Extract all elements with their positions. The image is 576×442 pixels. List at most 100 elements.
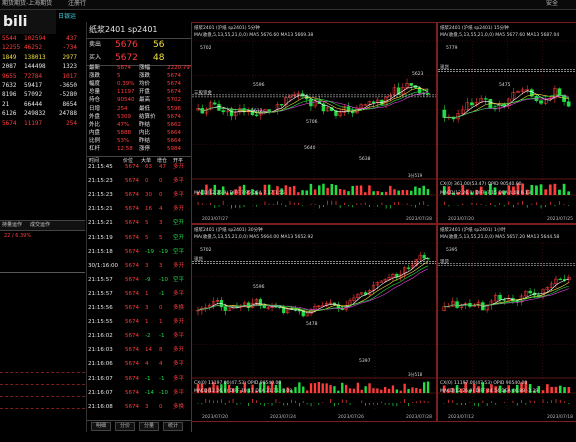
ma-line — [197, 268, 429, 311]
left-row-c1[interactable]: 7632 — [2, 83, 16, 89]
indicator-bar — [419, 388, 422, 393]
tick-cell: 21:15:21 — [88, 206, 113, 213]
left-row-c3[interactable]: 254 — [66, 120, 77, 127]
left-row-c1[interactable]: 5544 — [2, 36, 16, 42]
left-row-c2[interactable]: 249832 — [24, 111, 46, 117]
chart-15min[interactable]: 纸浆2401 (沪纸 sp2401) 15分钟 MA(收盘,5,13,55,21,… — [437, 22, 576, 224]
tab-daily[interactable]: 日银运 — [58, 14, 76, 20]
left-row-c2[interactable]: 102594 — [24, 36, 46, 42]
left-row-c2[interactable]: 11197 — [24, 120, 42, 127]
tick-cell: 21:15:55 — [88, 319, 113, 326]
tab-detail[interactable]: 明细 — [91, 422, 112, 431]
indicator-bar — [322, 183, 325, 195]
left-row-c1[interactable]: 21 — [2, 101, 9, 108]
tab-price[interactable]: 分价 — [115, 422, 136, 431]
left-row-c3[interactable]: 1017 — [63, 73, 77, 80]
indicator-bar — [558, 385, 562, 393]
candle-body — [213, 102, 217, 105]
left-row-c3[interactable]: -734 — [63, 45, 77, 51]
tick-cell: 5674 — [125, 164, 139, 170]
price-label: 5612 — [251, 108, 263, 114]
tab-vol[interactable]: 成交运作 — [30, 223, 50, 228]
indicator-bar — [387, 388, 391, 393]
tick-cell: 5674 — [125, 276, 139, 283]
buy-price[interactable]: 5672 — [115, 54, 138, 63]
price-label: 5478 — [306, 321, 318, 327]
left-row-c1[interactable]: 2087 — [2, 64, 16, 70]
left-row-c2[interactable]: 72784 — [24, 73, 42, 80]
left-row-c2[interactable]: 144498 — [24, 64, 46, 70]
chart-1hour[interactable]: 纸浆2401 (沪纸 sp2401) 1小时 MA(收盘,5,13,55,21,0… — [437, 224, 576, 422]
left-row-c1[interactable]: 5674 — [2, 120, 16, 127]
tick-cell: 多换 — [173, 403, 185, 410]
tab-volume[interactable]: 分量 — [139, 422, 160, 431]
tick-cell: 3 — [159, 262, 163, 269]
stat-cell: 昨结 — [139, 137, 151, 144]
left-row-c3[interactable]: 1323 — [63, 64, 77, 70]
left-row-c2[interactable]: 57092 — [24, 92, 42, 98]
chart-title: 纸浆2401 (沪纸 sp2401) 15分钟 — [440, 24, 509, 31]
indicator-bar — [426, 381, 430, 393]
tick-cell: 5674 — [125, 220, 139, 227]
sell-price[interactable]: 5676 — [115, 41, 138, 50]
chart-5min[interactable]: 纸浆2401 (沪纸 sp2401) 5分钟 MA(收盘,5,13,55,21,0… — [191, 22, 437, 224]
left-row-c1[interactable]: 6126 — [2, 111, 16, 117]
left-row-c3[interactable]: 8654 — [63, 101, 77, 108]
indicator-bar — [355, 185, 359, 195]
tab-stats[interactable]: 统计 — [163, 422, 184, 431]
stat-cell: 90540 — [117, 97, 135, 104]
left-row-c3[interactable]: 2977 — [63, 54, 77, 61]
macd-line: MACD(12,26,9) DIFF 44.54 DEA 46.88 -3.39 — [440, 388, 538, 394]
candle-body — [426, 93, 430, 95]
menu-bar: 期货期货-上海期货 注册行 安全 — [0, 0, 576, 10]
left-row-c2[interactable]: 66444 — [24, 101, 42, 108]
logo-glyph: bili — [3, 14, 28, 30]
left-row-c3[interactable]: -3650 — [59, 83, 77, 89]
price-label: 5706 — [306, 119, 318, 125]
left-row-c3[interactable]: 437 — [66, 36, 77, 42]
menu-register[interactable]: 注册行 — [68, 1, 86, 7]
left-list-panel: bili 日银运 5544 102594 437 12255 46252 -734 1849… — [0, 10, 85, 432]
tab-hold[interactable]: 持量运作 — [2, 223, 22, 228]
tick-cell: 63 — [145, 164, 152, 170]
price-label: 5779 — [446, 45, 458, 51]
left-row-c1[interactable]: 1849 — [2, 54, 16, 61]
left-row-c2[interactable]: 46252 — [24, 45, 42, 51]
tick-cell: 5674 — [125, 319, 139, 326]
tick-cell: 21:15:57 — [88, 276, 113, 283]
indicator-bar — [372, 388, 375, 393]
cx-line: CX(0) 11197.00(47.53) OPID 90540.00 — [194, 380, 281, 386]
left-row-c1[interactable]: 12255 — [2, 45, 20, 51]
left-row-c2[interactable]: 59417 — [24, 83, 42, 89]
candle-body — [279, 104, 284, 106]
date-label: 2023/07/26 — [338, 414, 364, 420]
stat-cell: 日增 — [89, 105, 101, 112]
stat-cell: 开盘 — [139, 89, 151, 96]
candle-body — [371, 101, 376, 104]
left-row-c3[interactable]: -5280 — [59, 92, 77, 98]
macd-line: MACD(12,26,9) DIFF 7.95 DEA 7.17 1.55 — [194, 190, 285, 196]
left-row-c2[interactable]: 138013 — [24, 54, 46, 61]
left-row-c1[interactable]: 8196 — [2, 92, 16, 98]
tick-cell: 多平 — [173, 192, 185, 199]
tick-cell: 21:15:57 — [88, 290, 113, 297]
date-label: 2023/07/25 — [547, 216, 573, 222]
tick-cell: 多平 — [173, 333, 185, 340]
chart-title: 纸浆2401 (沪纸 sp2401) 30分钟 — [194, 226, 263, 233]
chart-30min[interactable]: 纸浆2401 (沪纸 sp2401) 30分钟 MA(收盘,5,13,55,21,… — [191, 224, 437, 422]
tick-cell: 多平 — [173, 361, 185, 368]
indicator-bar — [422, 382, 426, 393]
indicator-bar — [401, 189, 405, 195]
indicator-bar — [302, 386, 305, 393]
candle-body — [539, 100, 543, 104]
left-row-c3[interactable]: 24788 — [59, 111, 77, 117]
chart-ma-line: MA(收盘,5,13,55,21,0,0) MA5 5657.20 MA13 5… — [440, 233, 559, 240]
menu-safe[interactable]: 安全 — [546, 1, 558, 7]
tick-cell: 0 — [159, 178, 163, 185]
ma-line — [444, 285, 569, 307]
indicator-bar — [391, 385, 395, 393]
indicator-bar — [380, 192, 384, 195]
indicator-bar — [363, 192, 367, 195]
indicator-bar — [337, 390, 340, 393]
left-row-c1[interactable]: 9655 — [2, 73, 16, 80]
